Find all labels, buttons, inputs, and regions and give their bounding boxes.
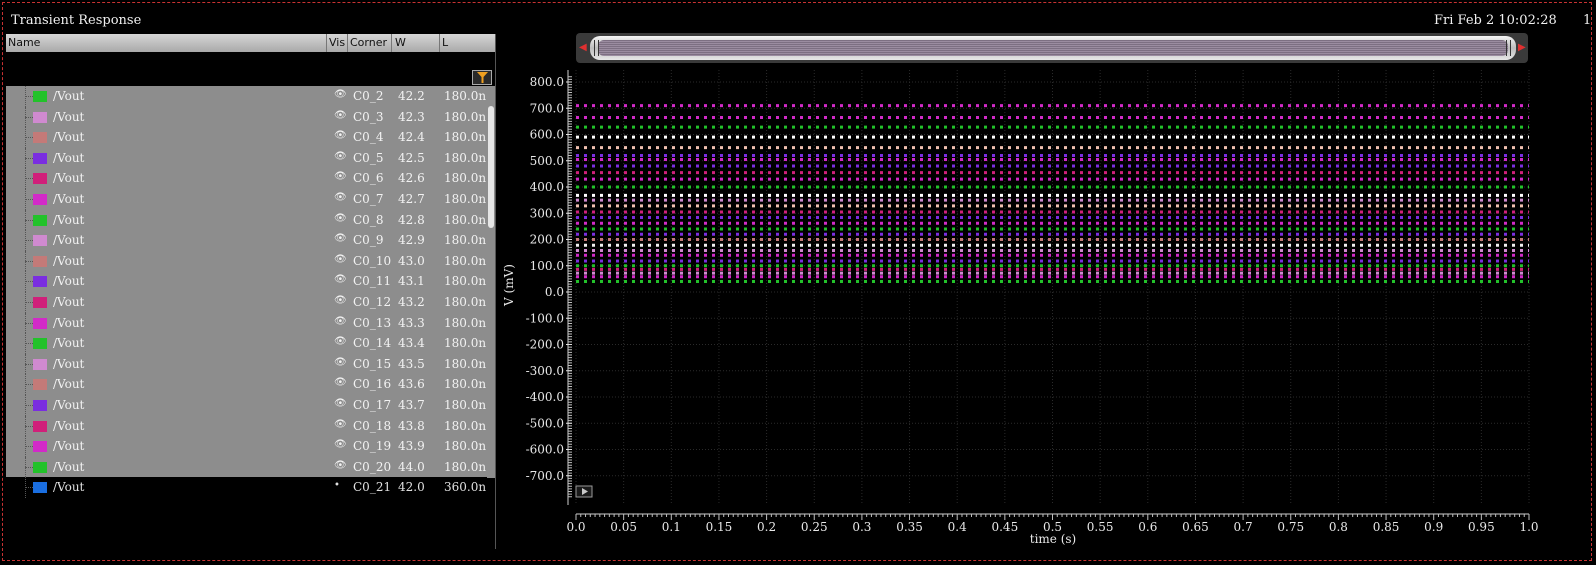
- waveform-plot[interactable]: 800.0 700.0 600.0 500.0 400.0 300.0 200.0 100.0…: [0, 0, 1596, 565]
- y-tick-label: -500.0: [526, 416, 564, 430]
- x-tick-label: 0.75: [1277, 520, 1304, 534]
- x-tick-label: 0.7: [1234, 520, 1253, 534]
- plot-axes: 800.0 700.0 600.0 500.0 400.0 300.0 200.0 100.0…: [526, 70, 1539, 534]
- y-tick-label: -300.0: [526, 364, 564, 378]
- x-tick-label: 0.65: [1182, 520, 1209, 534]
- y-tick-label: -100.0: [526, 311, 564, 325]
- x-tick-label: 0.95: [1468, 520, 1495, 534]
- x-tick-label: 0.4: [948, 520, 967, 534]
- x-tick-label: 0.05: [610, 520, 637, 534]
- y-tick-label: -600.0: [526, 443, 564, 457]
- x-tick-label: 1.0: [1519, 520, 1538, 534]
- x-tick-label: 0.0: [566, 520, 585, 534]
- y-tick-label: 800.0: [530, 75, 564, 89]
- y-tick-label: 700.0: [530, 101, 564, 115]
- y-tick-label: 0.0: [545, 285, 564, 299]
- play-button[interactable]: [575, 485, 593, 498]
- y-tick-label: -700.0: [526, 469, 564, 483]
- y-tick-label: -400.0: [526, 390, 564, 404]
- x-axis-label: time (s): [1030, 532, 1076, 546]
- y-tick-label: 500.0: [530, 154, 564, 168]
- plot-grid: [575, 70, 1530, 505]
- y-tick-label: -200.0: [526, 338, 564, 352]
- x-tick-label: 0.6: [1138, 520, 1157, 534]
- x-tick-label: 0.1: [662, 520, 681, 534]
- x-tick-label: 0.3: [852, 520, 871, 534]
- y-tick-label: 400.0: [530, 180, 564, 194]
- x-tick-label: 0.35: [896, 520, 923, 534]
- y-axis-label: V (mV): [502, 264, 516, 307]
- x-tick-label: 0.2: [757, 520, 776, 534]
- x-tick-label: 0.85: [1373, 520, 1400, 534]
- x-tick-label: 0.45: [991, 520, 1018, 534]
- x-tick-label: 0.55: [1087, 520, 1114, 534]
- y-tick-label: 600.0: [530, 128, 564, 142]
- y-tick-label: 200.0: [530, 233, 564, 247]
- x-tick-label: 0.9: [1424, 520, 1443, 534]
- x-tick-label: 0.15: [706, 520, 733, 534]
- x-tick-label: 0.8: [1329, 520, 1348, 534]
- x-tick-label: 0.25: [801, 520, 828, 534]
- y-tick-label: 300.0: [530, 206, 564, 220]
- y-tick-label: 100.0: [530, 259, 564, 273]
